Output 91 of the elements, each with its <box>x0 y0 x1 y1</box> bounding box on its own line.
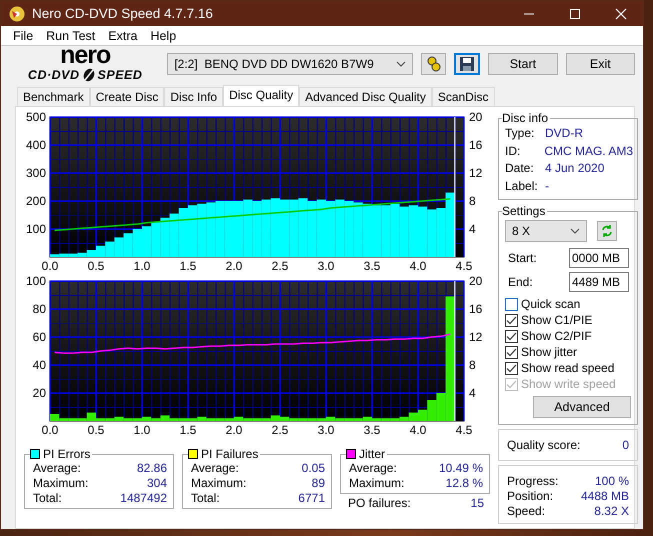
axis-label: 1.0 <box>134 423 150 437</box>
stat-label: Average: <box>349 461 397 476</box>
axis-label: 20 <box>32 386 46 400</box>
progress-value: 100 % <box>594 474 629 489</box>
stat-label: Total: <box>191 491 220 506</box>
stat-label: Average: <box>191 461 239 476</box>
axis-label: 0.5 <box>88 423 104 437</box>
axis-label: 0.0 <box>42 423 58 437</box>
field-label: Start: <box>508 251 537 265</box>
axis-label: 4.0 <box>410 259 426 273</box>
info-value: DVD-R <box>545 125 583 142</box>
info-value: 4 Jun 2020 <box>545 160 604 177</box>
axis-label: 16 <box>469 302 482 316</box>
stat-label: Total: <box>33 491 62 506</box>
axis-label: 3.0 <box>318 423 334 437</box>
logo-wordmark: nero <box>60 42 110 68</box>
axis-label: 8 <box>469 358 476 372</box>
panel-title: Jitter <box>359 447 386 461</box>
axis-label: 300 <box>26 166 46 180</box>
axis-label: 1.0 <box>134 259 150 273</box>
progress-value: 4488 MB <box>580 489 629 504</box>
axis-label: 0.0 <box>42 259 58 273</box>
axis-label: 12 <box>469 330 482 344</box>
axis-label: 3.5 <box>364 259 380 273</box>
checkbox-label: Show C1/PIE <box>521 312 592 328</box>
progress-label: Speed: <box>507 504 546 519</box>
panel-title: Settings <box>502 204 546 218</box>
stat-label: Maximum: <box>33 476 88 491</box>
stat-value: 304 <box>146 476 167 491</box>
progress-label: Position: <box>507 489 554 504</box>
axis-label: 20 <box>469 275 482 288</box>
checkbox-label: Show read speed <box>521 360 614 376</box>
info-value: CMC MAG. AM3 <box>544 142 633 160</box>
stat-label: Average: <box>33 461 81 476</box>
stat-value: 1487492 <box>120 491 167 506</box>
quality-value: 0 <box>622 438 629 452</box>
panel-title: PI Errors <box>43 447 90 461</box>
axis-label: 1.5 <box>180 423 196 437</box>
axis-label: 12 <box>469 166 482 180</box>
axis-label: 100 <box>26 275 46 288</box>
axis-label: 2.5 <box>272 423 288 437</box>
stat-value: 15 <box>470 496 484 511</box>
logo-subtitle: CD·DVD <box>28 68 80 82</box>
checkbox-label: Show write speed <box>521 376 616 392</box>
stat-value: 89 <box>312 476 325 491</box>
stat-value: 6771 <box>298 491 325 506</box>
quality-label: Quality score: <box>507 438 580 452</box>
stat-label: Maximum: <box>191 476 246 491</box>
stat-value: 10.49 % <box>438 461 483 476</box>
axis-label: 60 <box>32 330 46 344</box>
axis-label: 4.0 <box>410 423 426 437</box>
info-label: ID: <box>505 142 522 160</box>
axis-label: 2.5 <box>272 259 288 273</box>
stat-value: 82.86 <box>136 461 167 476</box>
info-label: Label: <box>505 178 539 194</box>
checkbox-label: Show jitter <box>521 344 578 360</box>
axis-label: 100 <box>26 222 46 236</box>
progress-value: 8.32 X <box>594 504 629 519</box>
stat-label: Maximum: <box>349 476 404 491</box>
axis-label: 3.5 <box>364 423 380 437</box>
axis-label: 4.5 <box>456 259 472 273</box>
axis-label: 2.0 <box>226 259 242 273</box>
axis-label: 40 <box>32 358 46 372</box>
axis-label: 4 <box>469 222 476 236</box>
panel-title: Disc info <box>502 111 548 125</box>
axis-label: 1.5 <box>180 259 196 273</box>
axis-label: 500 <box>26 111 46 124</box>
stat-value: 0.05 <box>302 461 325 476</box>
axis-label: 2.0 <box>226 423 242 437</box>
axis-label: 4 <box>469 386 476 400</box>
logo-subtitle: SPEED <box>98 68 142 82</box>
axis-label: 80 <box>32 302 46 316</box>
info-value: - <box>545 178 549 194</box>
axis-label: 20 <box>469 111 482 124</box>
info-label: Type: <box>505 125 536 142</box>
axis-label: 4.5 <box>456 423 472 437</box>
axis-label: 3.0 <box>318 259 334 273</box>
progress-label: Progress: <box>507 474 558 489</box>
stat-value: 12.8 % <box>446 476 483 491</box>
axis-label: 0.5 <box>88 259 104 273</box>
axis-label: 400 <box>26 138 46 152</box>
axis-label: 8 <box>469 194 476 208</box>
field-label: End: <box>508 275 533 289</box>
checkbox-label: Show C2/PIF <box>521 328 592 344</box>
stat-label: PO failures: <box>348 496 411 511</box>
checkbox-label: Quick scan <box>521 296 580 312</box>
axis-label: 16 <box>469 138 482 152</box>
info-label: Date: <box>505 160 535 177</box>
axis-label: 200 <box>26 194 46 208</box>
panel-title: PI Failures <box>201 447 258 461</box>
window-title: Nero CD-DVD Speed 4.7.7.16 <box>32 6 213 22</box>
